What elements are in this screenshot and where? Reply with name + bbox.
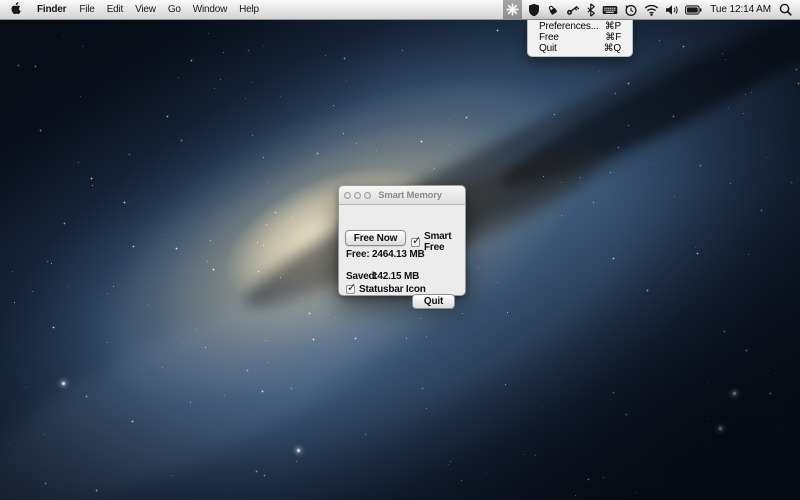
menu-item-shortcut: ⌘P — [605, 21, 621, 32]
free-value: 2464.13 MB — [372, 249, 424, 260]
status-menu: Preferences... ⌘P Free ⌘F Quit ⌘Q — [527, 20, 633, 57]
volume-icon[interactable] — [665, 0, 679, 20]
battery-icon[interactable] — [685, 0, 702, 20]
zoom-icon[interactable] — [364, 192, 371, 199]
menu-file[interactable]: File — [73, 0, 100, 20]
saved-value: 142.15 MB — [372, 271, 419, 282]
menu-item-preferences[interactable]: Preferences... ⌘P — [528, 21, 632, 32]
checkmark-icon: ✓ — [412, 234, 421, 247]
smart-memory-icon[interactable] — [503, 0, 522, 20]
menu-item-quit[interactable]: Quit ⌘Q — [528, 43, 632, 54]
bright-star — [732, 391, 737, 396]
bright-star — [61, 381, 66, 386]
menu-item-shortcut: ⌘Q — [604, 43, 621, 54]
spotlight-icon[interactable] — [779, 0, 792, 20]
free-label: Free: — [346, 249, 369, 260]
menu-bar-clock[interactable]: Tue 12:14 AM — [708, 4, 773, 15]
bluetooth-icon[interactable] — [586, 0, 596, 20]
checkbox-box[interactable]: ✓ — [346, 285, 355, 294]
bright-star — [718, 426, 723, 431]
menu-bar: Finder File Edit View Go Window Help Tue… — [0, 0, 800, 20]
menu-extras: Tue 12:14 AM — [503, 0, 800, 20]
window-title: Smart Memory — [374, 190, 460, 201]
apple-menu[interactable] — [0, 0, 30, 20]
window-content: Free Now ✓ Smart Free Free: 2464.13 MB S… — [339, 205, 465, 296]
wifi-icon[interactable] — [644, 0, 659, 20]
menu-help[interactable]: Help — [233, 0, 265, 20]
checkbox-box[interactable]: ✓ — [411, 238, 420, 247]
minimize-icon[interactable] — [354, 192, 361, 199]
menu-item-free[interactable]: Free ⌘F — [528, 32, 632, 43]
menu-view[interactable]: View — [129, 0, 162, 20]
menu-item-label: Preferences... — [539, 21, 598, 32]
menu-item-shortcut: ⌘F — [605, 32, 621, 43]
checkbox-label: Smart Free — [424, 231, 465, 253]
menu-item-label: Free — [539, 32, 559, 43]
close-icon[interactable] — [344, 192, 351, 199]
time-machine-icon[interactable] — [624, 0, 638, 20]
galaxy-dust-lane — [230, 0, 800, 335]
smart-memory-window: Smart Memory Free Now ✓ Smart Free Free:… — [338, 185, 466, 296]
quit-button[interactable]: Quit — [412, 294, 455, 309]
apple-icon — [10, 2, 21, 18]
checkmark-icon: ✓ — [347, 281, 356, 294]
lock-icon[interactable] — [546, 0, 559, 20]
shield-icon[interactable] — [528, 0, 540, 20]
key-icon[interactable] — [565, 0, 580, 20]
menu-window[interactable]: Window — [187, 0, 233, 20]
bright-star — [296, 448, 301, 453]
menu-edit[interactable]: Edit — [101, 0, 129, 20]
free-now-button[interactable]: Free Now — [345, 230, 406, 246]
menu-finder[interactable]: Finder — [30, 0, 73, 20]
menu-go[interactable]: Go — [162, 0, 187, 20]
window-titlebar[interactable]: Smart Memory — [339, 186, 465, 205]
keyboard-icon[interactable] — [602, 0, 618, 20]
menu-item-label: Quit — [539, 43, 557, 54]
